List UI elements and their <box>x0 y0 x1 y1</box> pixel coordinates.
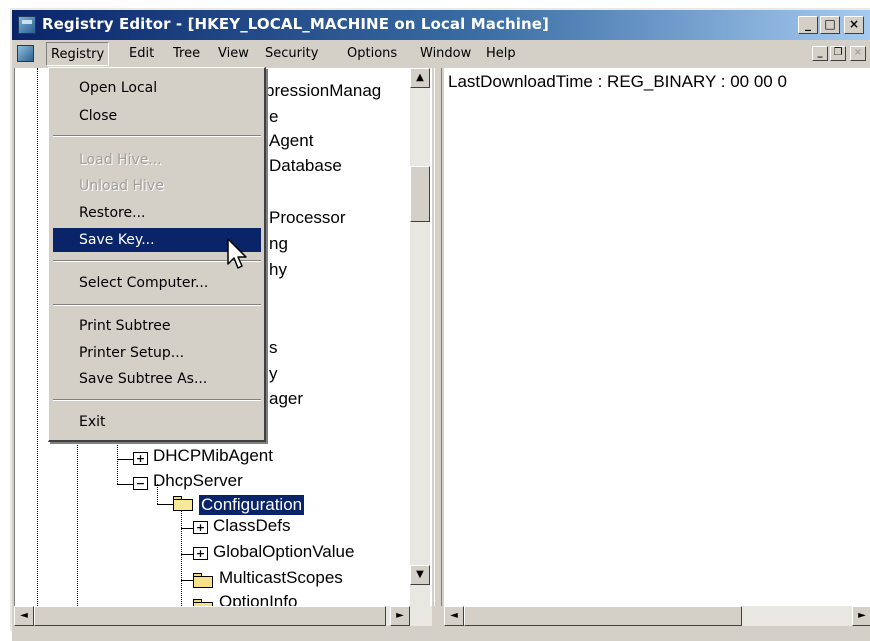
tree-node-globaloptionvalue[interactable]: GlobalOptionValue <box>213 542 354 562</box>
minimize-button[interactable]: _ <box>798 16 818 34</box>
expand-icon[interactable]: + <box>193 521 208 534</box>
menu-exit[interactable]: Exit <box>53 410 261 434</box>
scroll-right-arrow-icon[interactable]: ► <box>852 606 870 626</box>
tree-node-label[interactable]: Processor <box>269 208 346 228</box>
document-icon[interactable] <box>17 45 34 62</box>
menu-load-hive[interactable]: Load Hive... <box>53 148 261 172</box>
value-entry[interactable]: LastDownloadTime : REG_BINARY : 00 00 0 <box>448 72 787 92</box>
menu-print-subtree[interactable]: Print Subtree <box>53 314 261 338</box>
tree-node-configuration[interactable]: Configuration <box>199 495 305 515</box>
tree-node-label[interactable]: Database <box>269 156 342 176</box>
menu-tree[interactable]: Tree <box>169 42 204 66</box>
menu-help[interactable]: Help <box>482 42 520 66</box>
child-close-button[interactable]: × <box>850 46 866 61</box>
mouse-pointer-icon <box>227 238 247 269</box>
menu-registry[interactable]: Registry <box>46 42 110 66</box>
tree-node-multicastscopes[interactable]: MulticastScopes <box>219 568 343 588</box>
menu-view[interactable]: View <box>214 42 253 66</box>
tree-node-label[interactable]: pressionManag <box>265 81 381 101</box>
tree-connector <box>181 528 193 529</box>
menu-unload-hive[interactable]: Unload Hive <box>53 174 261 198</box>
menu-open-local[interactable]: Open Local <box>53 76 261 100</box>
tree-connector <box>157 504 173 505</box>
registry-editor-icon[interactable] <box>18 16 36 34</box>
tree-connector <box>117 459 133 460</box>
tree-node-label[interactable]: y <box>269 364 278 384</box>
tree-node-label[interactable]: s <box>269 338 278 358</box>
menu-separator <box>53 135 261 137</box>
scroll-thumb[interactable] <box>410 166 430 222</box>
child-minimize-button[interactable]: _ <box>812 46 828 61</box>
scroll-down-arrow-icon[interactable]: ▼ <box>410 565 430 585</box>
tree-connector <box>117 484 133 485</box>
open-folder-icon <box>173 496 193 511</box>
close-button[interactable]: × <box>844 16 864 34</box>
tree-connector <box>181 554 193 555</box>
menu-close[interactable]: Close <box>53 104 261 128</box>
scroll-thumb[interactable] <box>34 606 386 626</box>
menu-printer-setup[interactable]: Printer Setup... <box>53 341 261 365</box>
tree-horizontal-scrollbar[interactable]: ◄ ► <box>14 606 432 626</box>
menu-edit[interactable]: Edit <box>125 42 158 66</box>
window-bottom-border <box>12 630 870 641</box>
scroll-left-arrow-icon[interactable]: ◄ <box>444 606 464 626</box>
scroll-left-arrow-icon[interactable]: ◄ <box>14 606 34 626</box>
menu-window[interactable]: Window <box>416 42 475 66</box>
child-restore-button[interactable]: ❐ <box>830 46 846 61</box>
menu-separator <box>53 399 261 401</box>
values-horizontal-scrollbar[interactable]: ◄ ► <box>444 606 870 626</box>
tree-connector <box>181 580 193 581</box>
scroll-up-arrow-icon[interactable]: ▲ <box>410 68 430 88</box>
values-pane[interactable]: LastDownloadTime : REG_BINARY : 00 00 0 <box>444 68 870 606</box>
maximize-button[interactable]: □ <box>820 16 840 34</box>
tree-node-classdefs[interactable]: ClassDefs <box>213 516 290 536</box>
menu-security[interactable]: Security <box>261 42 322 66</box>
pane-splitter[interactable] <box>434 68 442 606</box>
menu-save-subtree-as[interactable]: Save Subtree As... <box>53 367 261 391</box>
expand-icon[interactable]: + <box>193 547 208 560</box>
menu-options[interactable]: Options <box>343 42 401 66</box>
tree-vertical-scrollbar[interactable]: ▲ ▼ <box>410 68 430 606</box>
tree-node-dhcpmibagent[interactable]: DHCPMibAgent <box>153 446 273 466</box>
window-title: Registry Editor - [HKEY_LOCAL_MACHINE on… <box>42 15 549 33</box>
tree-node-label[interactable]: ager <box>269 389 303 409</box>
tree-node-label[interactable]: hy <box>269 260 287 280</box>
tree-node-dhcpserver[interactable]: DhcpServer <box>153 471 243 491</box>
tree-guide-line <box>37 68 38 606</box>
tree-node-label[interactable]: ng <box>269 234 288 254</box>
folder-icon <box>193 573 213 588</box>
tree-guide-line <box>181 508 182 606</box>
menu-select-computer[interactable]: Select Computer... <box>53 271 261 295</box>
scroll-right-arrow-icon[interactable]: ► <box>390 606 410 626</box>
scroll-thumb[interactable] <box>464 606 742 626</box>
tree-node-label[interactable]: Agent <box>269 131 313 151</box>
title-bar[interactable]: Registry Editor - [HKEY_LOCAL_MACHINE on… <box>12 10 870 40</box>
menu-bar: Registry Edit Tree View Security Options… <box>12 42 870 66</box>
menu-separator <box>53 304 261 306</box>
menu-restore[interactable]: Restore... <box>53 201 261 225</box>
tree-node-label[interactable]: e <box>269 107 278 127</box>
collapse-icon[interactable]: − <box>133 477 148 490</box>
expand-icon[interactable]: + <box>133 452 148 465</box>
